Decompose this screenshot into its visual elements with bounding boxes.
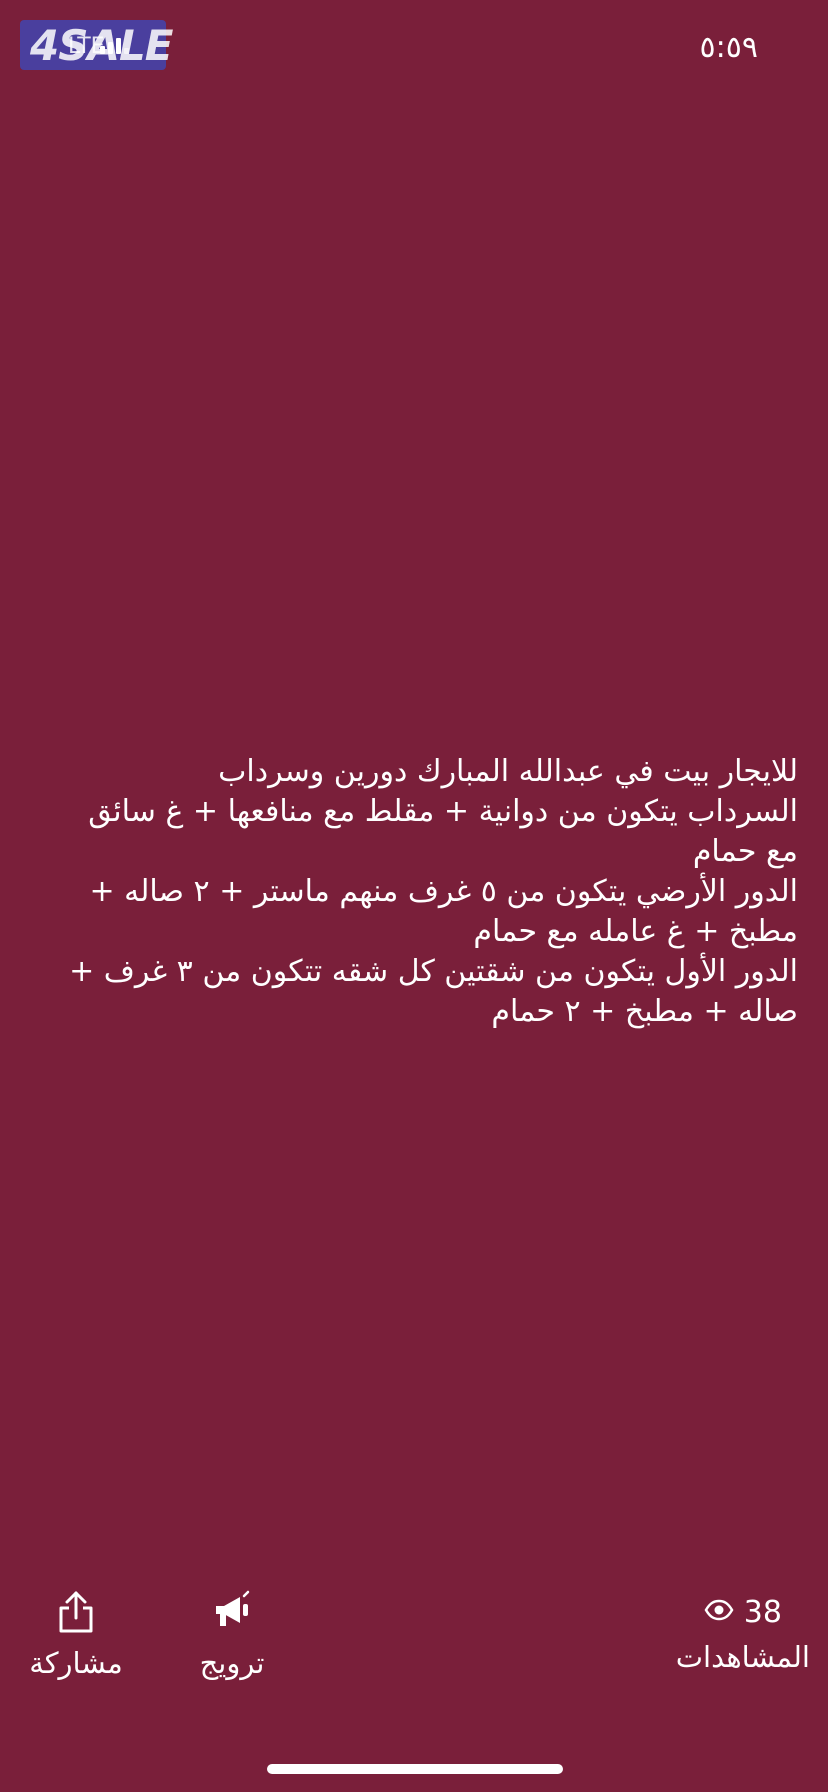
promote-button[interactable]: ترويج — [196, 1590, 268, 1680]
share-button[interactable]: مشاركة — [28, 1590, 124, 1680]
post-line: مطبخ + غ عامله مع حمام — [473, 914, 798, 949]
promote-label: ترويج — [199, 1646, 265, 1680]
post-line: السرداب يتكون من دوانية + مقلط مع منافعه… — [88, 794, 798, 829]
post-text: للايجار بيت في عبدالله المبارك دورين وسر… — [30, 752, 798, 1032]
status-time: ٥:٥٩ — [699, 30, 758, 65]
post-line: مع حمام — [692, 834, 798, 869]
share-label: مشاركة — [29, 1646, 123, 1680]
share-icon — [56, 1590, 96, 1638]
post-line: الدور الأرضي يتكون من ٥ غرف منهم ماستر +… — [89, 874, 798, 909]
views-counter: 38 المشاهدات — [675, 1590, 810, 1675]
eye-icon — [704, 1599, 734, 1625]
post-line: صاله + مطبخ + ٢ حمام — [491, 994, 798, 1029]
home-indicator[interactable] — [267, 1764, 563, 1774]
views-count: 38 — [743, 1594, 782, 1630]
signal-icon — [100, 38, 129, 54]
action-footer: مشاركة ترويج 38 المشاهدات — [0, 1590, 828, 1700]
megaphone-icon — [210, 1590, 254, 1638]
status-bar: 4SALE LTE ٥:٥٩ — [0, 0, 828, 100]
views-label: المشاهدات — [675, 1640, 810, 1674]
post-line: الدور الأول يتكون من شقتين كل شقه تتكون … — [69, 954, 798, 989]
post-line: للايجار بيت في عبدالله المبارك دورين وسر… — [218, 754, 798, 789]
